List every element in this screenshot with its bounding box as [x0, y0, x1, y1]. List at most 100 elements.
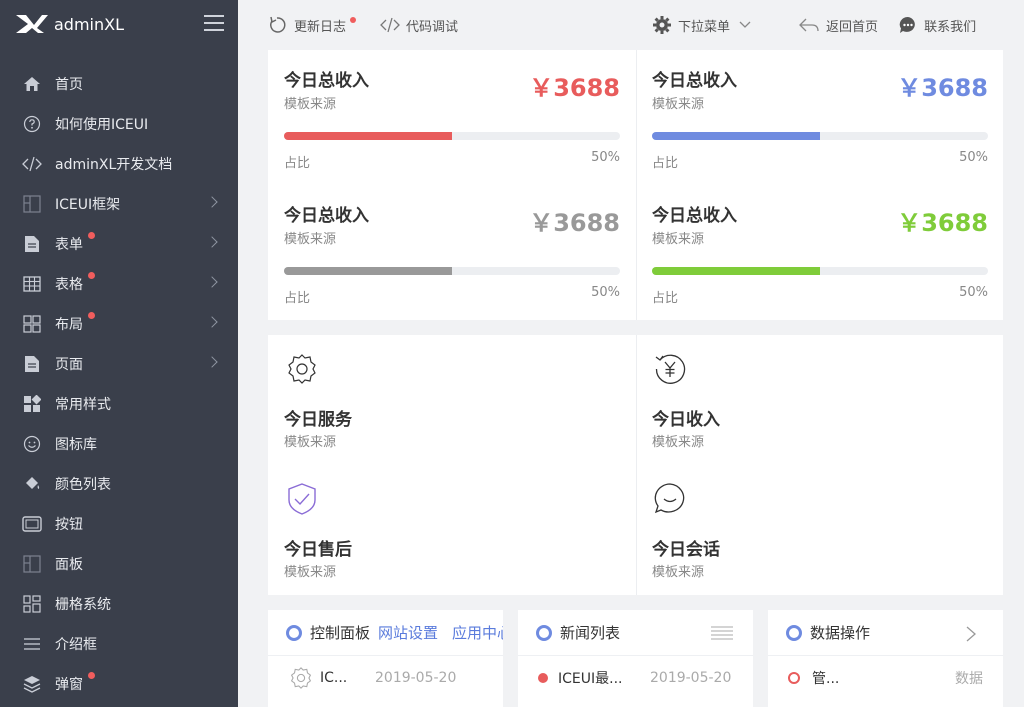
stat-card: 今日总收入 模板来源 ￥3688 占比 50% [268, 185, 636, 319]
notification-dot [88, 312, 95, 319]
stats-panel: 今日总收入 模板来源 ￥3688 占比 50% 今日总收入 模板来源 ￥3688 占比 50% 今日… [268, 50, 1003, 320]
document-icon [22, 234, 42, 254]
tab-app-center[interactable]: 应用中心 [452, 622, 503, 643]
chevron-right-icon [206, 356, 218, 368]
service-sub: 模板来源 [652, 435, 705, 450]
sidebar-item-label: 如何使用ICEUI [55, 117, 149, 133]
news-list-card: 新闻列表 ICEUI最... 2019-05-20 [518, 610, 753, 707]
gear-icon [653, 16, 672, 34]
sidebar-item[interactable]: ICEUI框架 [0, 184, 238, 224]
card-header: 新闻列表 [518, 610, 753, 656]
list-item-date: 2019-05-20 [375, 670, 457, 686]
chevron-right-icon [206, 236, 218, 248]
sidebar-item[interactable]: 按钮 [0, 504, 238, 544]
list-item-text: ICEUI最... [558, 671, 623, 687]
gear-outline-icon [290, 667, 312, 689]
progress-bar [284, 267, 620, 275]
home-icon [22, 74, 42, 94]
sidebar-item[interactable]: 布局 [0, 304, 238, 344]
topbar: 更新日志 代码调试 下拉菜单 返回首页 联系我们 [238, 0, 1024, 50]
list-item-text: 管... [812, 671, 840, 687]
card-title: 数据操作 [810, 624, 871, 642]
sidebar-item[interactable]: 弹窗 [0, 664, 238, 704]
brand[interactable]: adminXL [0, 0, 238, 48]
ring-small-icon [788, 672, 800, 684]
chat-icon [899, 16, 915, 33]
paint-bucket-icon [22, 474, 42, 494]
service-item[interactable]: 今日收入 模板来源 [636, 335, 1004, 465]
sidebar-item[interactable]: 页面 [0, 344, 238, 384]
button-icon [22, 514, 42, 534]
stat-label: 占比 [284, 156, 311, 171]
service-title: 今日服务 [284, 410, 352, 430]
sidebar-item-label: 颜色列表 [55, 477, 111, 493]
sidebar-item-label: 常用样式 [55, 397, 111, 413]
shield-check-icon [288, 483, 316, 515]
contact-label: 联系我们 [924, 19, 977, 35]
sidebar-item[interactable]: 图标库 [0, 424, 238, 464]
list-icon [22, 634, 42, 654]
list-item[interactable]: IC... 2019-05-20 [268, 656, 503, 700]
sidebar-item[interactable]: 栅格系统 [0, 584, 238, 624]
changelog-button[interactable]: 更新日志 [268, 0, 357, 50]
service-sub: 模板来源 [652, 565, 705, 580]
page-icon [22, 354, 42, 374]
service-item[interactable]: 今日售后 模板来源 [268, 465, 636, 595]
ring-icon [536, 624, 552, 641]
menu-lines-icon[interactable] [711, 626, 733, 640]
progress-bar [284, 132, 620, 140]
table-icon [22, 274, 42, 294]
progress-fill [284, 132, 452, 140]
layout-icon [22, 314, 42, 334]
ring-icon [286, 624, 302, 641]
bullet-dot-icon [538, 673, 548, 683]
stat-amount: ￥3688 [529, 209, 620, 237]
sidebar-item[interactable]: 介绍框 [0, 624, 238, 664]
chevron-right-icon [206, 196, 218, 208]
grid-icon [22, 194, 42, 214]
stat-card: 今日总收入 模板来源 ￥3688 占比 50% [636, 185, 1004, 319]
sidebar-item[interactable]: adminXL开发文档 [0, 144, 238, 184]
progress-bar [652, 267, 988, 275]
sidebar-item[interactable]: 首页 [0, 64, 238, 104]
tab-site-settings[interactable]: 网站设置 [378, 622, 438, 643]
sidebar-item-label: 表单 [55, 237, 83, 253]
contact-button[interactable]: 联系我们 [898, 0, 976, 50]
back-home-label: 返回首页 [826, 19, 879, 35]
list-item-right: 数据 [955, 671, 983, 687]
chevron-right-icon[interactable] [965, 625, 977, 643]
sidebar-item-label: 栅格系统 [55, 597, 111, 613]
sidebar-item[interactable]: 面板 [0, 544, 238, 584]
dropdown-menu[interactable]: 下拉菜单 [652, 0, 758, 50]
sidebar-item[interactable]: 如何使用ICEUI [0, 104, 238, 144]
sidebar-item[interactable]: 颜色列表 [0, 464, 238, 504]
stat-amount: ￥3688 [529, 74, 620, 102]
service-item[interactable]: 今日服务 模板来源 [268, 335, 636, 465]
list-item[interactable]: 管... 数据 [768, 656, 1003, 700]
list-item-text: IC... [320, 670, 348, 686]
notification-dot [88, 672, 95, 679]
back-home-button[interactable]: 返回首页 [798, 0, 878, 50]
sidebar-item[interactable]: 常用样式 [0, 384, 238, 424]
progress-fill [284, 267, 452, 275]
apps-icon [22, 394, 42, 414]
sidebar-item-label: 首页 [55, 77, 83, 93]
service-item[interactable]: 今日会话 模板来源 [636, 465, 1004, 595]
progress-fill [652, 267, 820, 275]
menu-toggle-icon[interactable] [204, 15, 224, 31]
stat-percent: 50% [591, 285, 620, 300]
sidebar-item[interactable]: 表单 [0, 224, 238, 264]
control-panel-card: 控制面板 网站设置 应用中心 IC... 2019-05-20 [268, 610, 503, 707]
chat-bubble-icon [654, 483, 685, 514]
debug-button[interactable]: 代码调试 [380, 0, 458, 50]
services-panel: 今日服务 模板来源 今日收入 模板来源 今日售后 模板来源 今日会话 模板来源 [268, 335, 1003, 595]
sidebar-item[interactable]: 表格 [0, 264, 238, 304]
list-item[interactable]: ICEUI最... 2019-05-20 [518, 656, 753, 700]
stat-percent: 50% [959, 285, 988, 300]
code-icon [22, 154, 42, 174]
sidebar-item-label: 介绍框 [55, 637, 97, 653]
card-title: 新闻列表 [560, 624, 621, 642]
chevron-down-icon [739, 21, 751, 28]
sidebar-item-label: 弹窗 [55, 677, 83, 693]
notification-dot [88, 272, 95, 279]
